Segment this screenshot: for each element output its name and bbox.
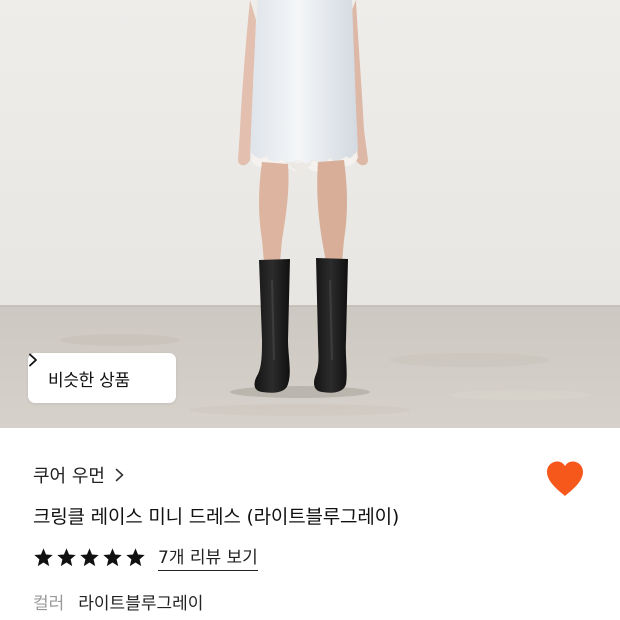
brand-name: 쿠어 우먼 [33, 466, 105, 487]
star-icon [126, 547, 145, 566]
heart-icon [547, 461, 583, 496]
star-icon [34, 547, 53, 566]
brand-link[interactable]: 쿠어 우먼 [33, 462, 124, 488]
product-photo[interactable]: 비슷한 상품 [0, 0, 620, 428]
star-icon [103, 547, 122, 566]
wishlist-heart-button[interactable] [545, 460, 585, 498]
color-value: 라이트블루그레이 [78, 594, 204, 614]
star-icon [80, 547, 99, 566]
star-rating [33, 547, 146, 568]
color-label: 컬러 [33, 594, 65, 614]
rating-row: 7개 리뷰 보기 [33, 543, 258, 571]
product-name: 크링클 레이스 미니 드레스 (라이트블루그레이) [33, 506, 400, 528]
similar-products-label: 비슷한 상품 [48, 370, 130, 391]
chevron-right-icon [115, 468, 124, 482]
star-icon [57, 547, 76, 566]
view-reviews-link[interactable]: 7개 리뷰 보기 [158, 543, 258, 571]
color-option-row: 컬러 라이트블루그레이 [33, 589, 203, 614]
similar-products-button[interactable]: 비슷한 상품 [28, 353, 176, 403]
